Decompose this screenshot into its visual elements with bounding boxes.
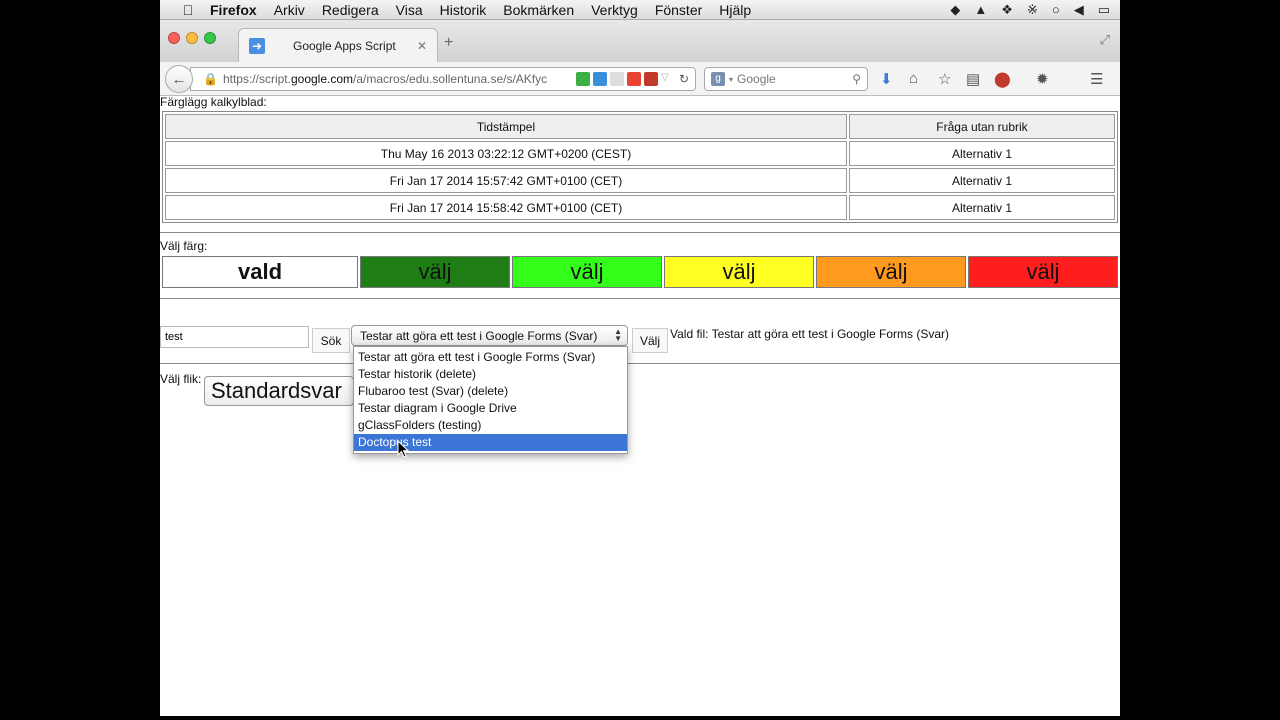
- table-cell: Alternativ 1: [849, 195, 1115, 220]
- reload-icon[interactable]: ↻: [679, 72, 689, 86]
- tab-caption: Välj flik:: [160, 372, 202, 386]
- navigation-bar: 🔒 https://script.google.com/a/macros/edu…: [160, 62, 1120, 96]
- fullscreen-icon[interactable]: ⤢: [1100, 32, 1110, 48]
- dropdown-option-highlighted[interactable]: Doctopus test: [354, 434, 627, 451]
- addon-icon[interactable]: [592, 72, 607, 86]
- selected-color-cell: vald: [162, 256, 358, 288]
- battery-icon[interactable]: ▭: [1098, 2, 1110, 18]
- google-search-engine-icon[interactable]: g: [711, 72, 725, 86]
- choose-file-button[interactable]: Välj: [632, 328, 668, 353]
- back-button[interactable]: ←: [165, 65, 193, 93]
- table-cell: Alternativ 1: [849, 141, 1115, 166]
- dropdown-arrow-icon[interactable]: ▽: [660, 72, 675, 86]
- new-tab-icon[interactable]: +: [444, 34, 453, 52]
- menu-app-name[interactable]: Firefox: [210, 2, 257, 18]
- dropdown-option[interactable]: Flubaroo test (Svar) (delete): [354, 383, 627, 400]
- bluetooth-icon[interactable]: ※: [1027, 2, 1038, 18]
- addon-icon[interactable]: [626, 72, 641, 86]
- adblock-icon[interactable]: ⬤: [994, 70, 1011, 88]
- search-placeholder: Google: [737, 72, 776, 86]
- menu-redigera[interactable]: Redigera: [322, 2, 379, 18]
- drive-icon[interactable]: ▲: [974, 2, 987, 18]
- color-choice-orange[interactable]: välj: [816, 256, 966, 288]
- table-cell: Fri Jan 17 2014 15:57:42 GMT+0100 (CET): [165, 168, 847, 193]
- dropbox-icon[interactable]: ❖: [1001, 2, 1013, 18]
- table-cell: Thu May 16 2013 03:22:12 GMT+0200 (CEST): [165, 141, 847, 166]
- lock-icon: 🔒: [203, 72, 218, 86]
- sheet-tab-select[interactable]: Standardsvar: [204, 376, 354, 406]
- table-header: Fråga utan rubrik: [849, 114, 1115, 139]
- table-cell: Alternativ 1: [849, 168, 1115, 193]
- menu-bar:  Firefox Arkiv Redigera Visa Historik B…: [160, 0, 1120, 20]
- tab-google-apps-script[interactable]: ➜ Google Apps Script ✕: [238, 28, 438, 62]
- chevron-down-icon[interactable]: ▾: [729, 75, 733, 84]
- divider: [160, 363, 1120, 364]
- hamburger-menu-icon[interactable]: ☰: [1090, 70, 1103, 88]
- table-row[interactable]: Fri Jan 17 2014 15:58:42 GMT+0100 (CET) …: [165, 195, 1115, 220]
- wifi-icon[interactable]: ○: [1052, 2, 1060, 18]
- divider: [160, 232, 1120, 233]
- dropdown-option[interactable]: Testar att göra ett test i Google Forms …: [354, 349, 627, 366]
- color-choice-dark-green[interactable]: välj: [360, 256, 510, 288]
- table-row[interactable]: Thu May 16 2013 03:22:12 GMT+0200 (CEST)…: [165, 141, 1115, 166]
- addon-icon[interactable]: [575, 72, 590, 86]
- file-dropdown-list: Testar att göra ett test i Google Forms …: [353, 346, 628, 454]
- page-content: Färglägg kalkylblad: Tidstämpel Fråga ut…: [160, 95, 1120, 716]
- color-choice-yellow[interactable]: välj: [664, 256, 814, 288]
- evernote-icon[interactable]: ◆: [950, 2, 960, 18]
- menu-visa[interactable]: Visa: [396, 2, 423, 18]
- spreadsheet-table: Tidstämpel Fråga utan rubrik Thu May 16 …: [162, 111, 1118, 223]
- menu-hjalp[interactable]: Hjälp: [719, 2, 751, 18]
- reading-list-icon[interactable]: ▤: [966, 70, 980, 88]
- home-icon[interactable]: ⌂: [909, 70, 918, 87]
- volume-icon[interactable]: ◀: [1074, 2, 1084, 18]
- menu-historik[interactable]: Historik: [440, 2, 487, 18]
- color-picker: vald välj välj välj välj välj: [162, 256, 1118, 288]
- dropdown-option[interactable]: gClassFolders (testing): [354, 417, 627, 434]
- tab-title: Google Apps Script: [293, 38, 396, 53]
- url-text: https://script.google.com/a/macros/edu.s…: [222, 72, 548, 86]
- url-bar[interactable]: 🔒 https://script.google.com/a/macros/edu…: [190, 67, 696, 91]
- table-header: Tidstämpel: [165, 114, 847, 139]
- menu-verktyg[interactable]: Verktyg: [591, 2, 638, 18]
- divider: [160, 298, 1120, 299]
- menu-fonster[interactable]: Fönster: [655, 2, 702, 18]
- extension-icon[interactable]: ✹: [1036, 70, 1049, 88]
- search-input[interactable]: [160, 326, 309, 348]
- sheet-caption: Färglägg kalkylblad:: [160, 95, 267, 109]
- dropdown-option[interactable]: Testar historik (delete): [354, 366, 627, 383]
- search-bar[interactable]: g ▾ Google ⚲: [704, 67, 868, 91]
- close-tab-icon[interactable]: ✕: [417, 39, 427, 53]
- mouse-cursor-icon: [397, 440, 409, 458]
- status-icons: ◆ ▲ ❖ ※ ○ ◀ ▭: [950, 2, 1110, 18]
- back-arrow-icon: ←: [171, 70, 187, 88]
- search-button[interactable]: Sök: [312, 328, 350, 353]
- addon-icon[interactable]: [643, 72, 658, 86]
- anchor-icon[interactable]: [609, 72, 624, 86]
- menu-bokmarken[interactable]: Bokmärken: [503, 2, 574, 18]
- file-select-value: Testar att göra ett test i Google Forms …: [360, 328, 598, 343]
- menu-arkiv[interactable]: Arkiv: [274, 2, 305, 18]
- bookmark-star-icon[interactable]: ☆: [938, 70, 951, 88]
- zoom-window-button[interactable]: [204, 32, 216, 44]
- minimize-window-button[interactable]: [186, 32, 198, 44]
- magnifier-icon[interactable]: ⚲: [852, 72, 861, 86]
- table-row[interactable]: Fri Jan 17 2014 15:57:42 GMT+0100 (CET) …: [165, 168, 1115, 193]
- tab-bar: ➜ Google Apps Script ✕ + ⤢: [160, 20, 1120, 62]
- browser-window: ➜ Google Apps Script ✕ + ⤢ 🔒 https://scr…: [160, 20, 1120, 716]
- color-choice-green[interactable]: välj: [512, 256, 662, 288]
- apple-menu-icon[interactable]: : [178, 2, 198, 18]
- dropdown-option[interactable]: Testar diagram i Google Drive: [354, 400, 627, 417]
- addon-icons: ▽: [575, 72, 675, 86]
- color-caption: Välj färg:: [160, 239, 208, 253]
- table-header-row: Tidstämpel Fråga utan rubrik: [165, 114, 1115, 139]
- select-arrows-icon: ▲ ▼: [614, 327, 622, 343]
- file-select[interactable]: Testar att göra ett test i Google Forms …: [351, 325, 628, 346]
- color-choice-red[interactable]: välj: [968, 256, 1118, 288]
- table-cell: Fri Jan 17 2014 15:58:42 GMT+0100 (CET): [165, 195, 847, 220]
- selected-file-text: Vald fil: Testar att göra ett test i Goo…: [670, 327, 949, 341]
- apps-script-icon: ➜: [249, 37, 265, 54]
- close-window-button[interactable]: [168, 32, 180, 44]
- downloads-icon[interactable]: ⬇: [880, 70, 893, 88]
